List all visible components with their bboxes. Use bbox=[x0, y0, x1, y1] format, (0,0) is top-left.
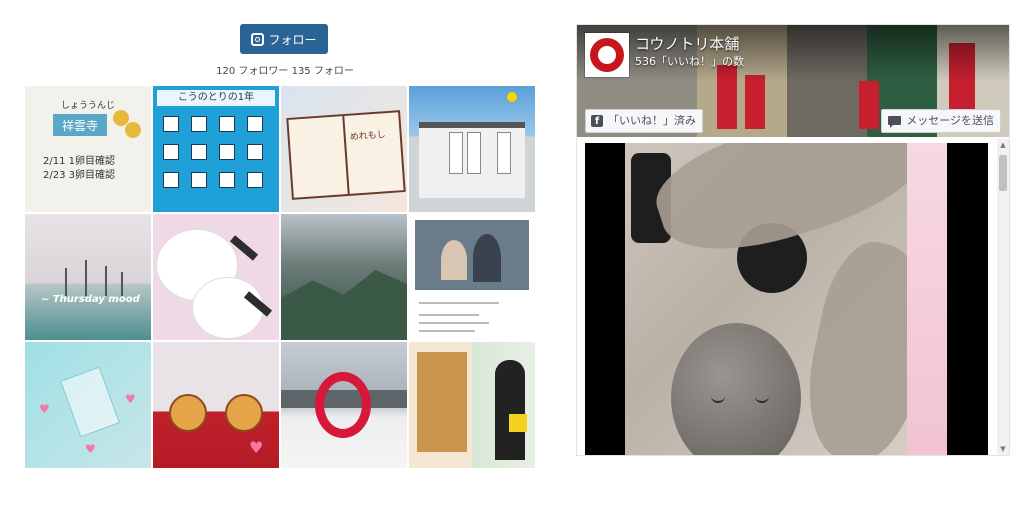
likes-count: 536「いいね！」の数 bbox=[635, 55, 744, 68]
page-name[interactable]: コウノトリ本舗 bbox=[635, 33, 739, 54]
instagram-photo-tile[interactable]: こうのとりの1年 bbox=[153, 86, 279, 212]
instagram-photo-tile[interactable]: めれもし bbox=[281, 86, 407, 212]
post-video[interactable] bbox=[585, 143, 988, 455]
menu-board: めれもし bbox=[286, 110, 406, 200]
photo-text: めれもし bbox=[349, 130, 387, 143]
photo-text: 2/23 3卵目確認 bbox=[43, 170, 115, 181]
scroll-up-icon[interactable]: ▲ bbox=[997, 139, 1009, 151]
liked-button[interactable]: f 「いいね！」済み bbox=[585, 109, 703, 133]
facebook-logo-icon: f bbox=[591, 115, 603, 127]
facebook-timeline[interactable]: ▲ ▼ bbox=[577, 139, 1009, 455]
mountain-ridge bbox=[281, 270, 407, 340]
facebook-page-widget: コウノトリ本舗 536「いいね！」の数 f 「いいね！」済み メッセージを送信 bbox=[576, 24, 1010, 456]
instagram-photo-tile[interactable] bbox=[281, 214, 407, 340]
coin-decoration bbox=[125, 122, 141, 138]
instagram-photo-tile[interactable]: ♥ bbox=[153, 342, 279, 468]
follow-label: フォロー bbox=[268, 32, 317, 47]
instagram-photo-grid: しょううんじ 祥雲寺 2/11 1卵目確認 2/23 3卵目確認 こうのとりの1… bbox=[25, 86, 535, 468]
instagram-photo-tile[interactable]: ♥ ♥ ♥ bbox=[25, 342, 151, 468]
photo-text: しょううんじ bbox=[61, 101, 116, 111]
facebook-cover-photo[interactable]: コウノトリ本舗 536「いいね！」の数 f 「いいね！」済み メッセージを送信 bbox=[577, 25, 1009, 137]
instagram-photo-tile[interactable]: しょううんじ 祥雲寺 2/11 1卵目確認 2/23 3卵目確認 bbox=[25, 86, 151, 212]
follower-stats: 120 フォロワー 135 フォロー bbox=[216, 66, 354, 77]
photo-text: 2/11 1卵目確認 bbox=[43, 156, 115, 167]
liked-label: 「いいね！」済み bbox=[608, 114, 696, 127]
scrollbar-thumb[interactable] bbox=[999, 155, 1007, 191]
jizo-statue bbox=[671, 323, 801, 455]
instagram-photo-tile[interactable]: ~ Thursday mood bbox=[25, 214, 151, 340]
message-icon bbox=[888, 116, 902, 128]
page-avatar[interactable] bbox=[585, 33, 629, 77]
sun-icon bbox=[507, 92, 517, 102]
video-frame bbox=[625, 143, 947, 455]
send-message-button[interactable]: メッセージを送信 bbox=[881, 109, 1001, 133]
instagram-photo-tile[interactable] bbox=[409, 342, 535, 468]
glass-charm bbox=[60, 366, 120, 438]
photo-text: 祥雲寺 bbox=[53, 114, 107, 136]
instagram-icon bbox=[251, 32, 265, 46]
shop-shelf bbox=[417, 352, 467, 452]
instagram-photo-tile[interactable] bbox=[409, 86, 535, 212]
photo-text: こうのとりの1年 bbox=[157, 90, 275, 106]
red-ring-sculpture bbox=[315, 372, 371, 438]
instagram-photo-tile[interactable] bbox=[281, 342, 407, 468]
instagram-photo-tile[interactable] bbox=[153, 214, 279, 340]
scroll-down-icon[interactable]: ▼ bbox=[997, 443, 1009, 455]
scrollbar[interactable]: ▲ ▼ bbox=[997, 139, 1009, 455]
shopper bbox=[495, 360, 525, 460]
photo-text: ~ Thursday mood bbox=[41, 294, 140, 305]
instagram-photo-tile[interactable] bbox=[409, 214, 535, 340]
send-message-label: メッセージを送信 bbox=[906, 114, 994, 127]
instagram-follow-button[interactable]: フォロー bbox=[240, 24, 328, 54]
